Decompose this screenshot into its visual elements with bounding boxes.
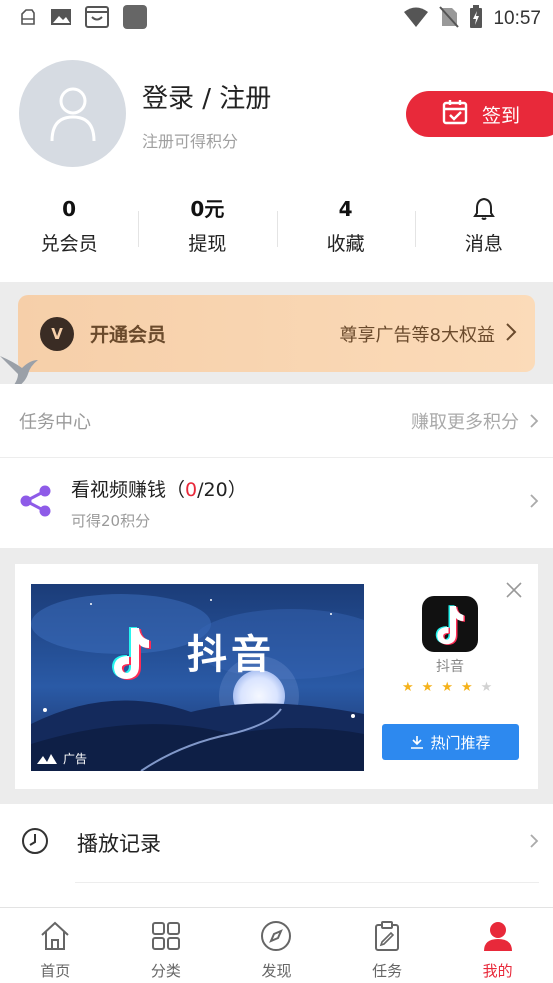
app-square-icon: [122, 4, 148, 34]
wifi-icon: [403, 6, 429, 32]
compass-icon: [260, 920, 292, 956]
task-name-suffix: /20）: [197, 478, 247, 501]
divider: [75, 882, 539, 883]
stat-label: 消息: [464, 233, 503, 255]
chevron-right-icon: [529, 493, 539, 513]
earn-more-label: 赚取更多积分: [411, 411, 519, 433]
tab-mine[interactable]: 我的: [442, 908, 553, 983]
hot-recommend-label: 热门推荐: [430, 733, 491, 752]
stat-label: 收藏: [326, 233, 365, 255]
user-icon: [482, 920, 514, 956]
tab-label: 发现: [261, 962, 292, 980]
stat-value: 0: [62, 197, 77, 221]
earn-more-link[interactable]: 赚取更多积分: [411, 408, 539, 434]
calendar-check-icon: [442, 99, 468, 130]
play-history-label: 播放记录: [77, 832, 161, 856]
chevron-right-icon: [530, 413, 539, 428]
download-icon: [411, 736, 424, 749]
shop-icon: [84, 4, 110, 34]
stat-favorites[interactable]: 4 收藏: [276, 193, 415, 263]
tab-home[interactable]: 首页: [0, 908, 111, 983]
chevron-right-icon: [505, 322, 517, 346]
task-watch-video[interactable]: 看视频赚钱（0/20） 可得20积分: [0, 458, 553, 547]
no-sim-icon: [439, 6, 460, 32]
status-bar: 10:57: [0, 0, 553, 38]
ad-app-name: 抖音: [436, 659, 464, 675]
user-placeholder-icon: [50, 87, 95, 141]
tab-discover[interactable]: 发现: [221, 908, 332, 983]
vip-section: V 开通会员 尊享广告等8大权益: [0, 282, 553, 392]
star-icon: ★: [421, 680, 434, 695]
grid-icon: [150, 920, 182, 956]
stat-membership[interactable]: 0 兑会员: [0, 193, 138, 263]
notification-icon: [18, 7, 38, 31]
task-center-title: 任务中心: [19, 411, 91, 433]
vip-icon: V: [40, 316, 74, 351]
vip-banner[interactable]: V 开通会员 尊享广告等8大权益: [18, 295, 535, 372]
home-icon: [39, 920, 71, 956]
stat-value: 4: [338, 197, 353, 221]
rating-stars: ★ ★ ★ ★ ★: [402, 680, 492, 695]
task-name: 看视频赚钱（0/20）: [71, 475, 247, 502]
douyin-app-icon[interactable]: [422, 596, 478, 652]
hot-recommend-button[interactable]: 热门推荐: [382, 724, 519, 760]
tab-label: 分类: [150, 962, 181, 980]
task-progress: 0: [185, 478, 198, 501]
ad-banner-image[interactable]: 抖音 广告: [31, 584, 364, 771]
play-history-row[interactable]: 播放记录: [0, 804, 553, 882]
play-history-section: 播放记录: [0, 804, 553, 907]
stat-value: 0元: [190, 197, 225, 221]
stat-label: 提现: [188, 233, 227, 255]
tab-label: 任务: [372, 962, 403, 980]
task-center: 任务中心 赚取更多积分 看视频赚钱（0/20） 可得20积分: [0, 384, 553, 548]
ad-network-icon: [37, 753, 57, 764]
share-icon: [19, 484, 53, 522]
status-time: 10:57: [493, 8, 541, 29]
profile-header: 登录 / 注册 注册可得积分 签到 0 兑会员 0元 提现 4 收藏 消息: [0, 38, 553, 282]
checkin-label: 签到: [482, 104, 521, 127]
task-reward: 可得20积分: [71, 511, 151, 530]
tab-task[interactable]: 任务: [332, 908, 443, 983]
star-icon: ★: [460, 680, 473, 695]
battery-icon: [469, 5, 483, 33]
chevron-right-icon: [529, 833, 539, 853]
tab-label: 我的: [482, 962, 513, 980]
clock-icon: [21, 827, 49, 859]
star-icon: ★: [402, 680, 414, 695]
login-subtitle: 注册可得积分: [142, 132, 239, 151]
star-icon: ★: [480, 680, 493, 695]
checkin-button[interactable]: 签到: [406, 91, 553, 137]
tab-category[interactable]: 分类: [111, 908, 222, 983]
ad-label: 广告: [37, 750, 87, 767]
stat-withdraw[interactable]: 0元 提现: [138, 193, 276, 263]
star-icon: ★: [441, 680, 453, 695]
tab-label: 首页: [40, 962, 71, 980]
task-center-header[interactable]: 任务中心 赚取更多积分: [0, 384, 553, 458]
login-register-link[interactable]: 登录 / 注册: [142, 78, 271, 115]
ad-section: 抖音 广告 抖音 ★ ★ ★ ★ ★ 热门推荐: [0, 548, 553, 804]
bell-icon: [415, 193, 553, 225]
stats-row: 0 兑会员 0元 提现 4 收藏 消息: [0, 193, 553, 263]
ad-card[interactable]: 抖音 广告 抖音 ★ ★ ★ ★ ★ 热门推荐: [15, 564, 538, 789]
stat-messages[interactable]: 消息: [414, 193, 553, 263]
bottom-tab-bar: 首页 分类 发现 任务 我的: [0, 907, 553, 983]
avatar[interactable]: [19, 60, 126, 167]
image-icon: [50, 7, 72, 31]
stat-label: 兑会员: [40, 233, 98, 255]
task-name-prefix: 看视频赚钱（: [71, 478, 186, 501]
ad-banner-text: 抖音: [187, 632, 275, 678]
close-icon[interactable]: [506, 582, 522, 602]
ad-mark-text: 广告: [63, 752, 88, 766]
vip-description: 尊享广告等8大权益: [339, 324, 495, 346]
clipboard-icon: [371, 920, 403, 956]
vip-title: 开通会员: [90, 324, 167, 346]
